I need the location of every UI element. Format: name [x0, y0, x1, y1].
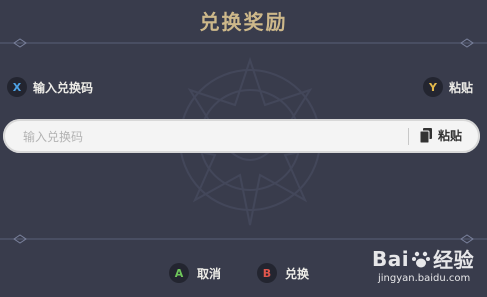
paste-hint-label: 粘贴: [449, 80, 474, 95]
input-separator: [408, 128, 409, 145]
baidu-watermark: Bai 经验 jingyan.baidu.com: [372, 244, 474, 285]
cancel-button[interactable]: A 取消: [169, 263, 221, 283]
paste-button[interactable]: 粘贴: [420, 127, 462, 144]
top-divider: [0, 38, 487, 48]
code-input-box[interactable]: 粘贴: [3, 119, 480, 153]
watermark-brand: Bai 经验: [372, 244, 474, 273]
gamepad-b-icon: B: [257, 263, 277, 283]
baidu-paw-icon: [412, 251, 431, 267]
watermark-brand-right: 经验: [433, 248, 475, 272]
enter-code-hint[interactable]: X 输入兑换码: [7, 77, 93, 97]
gamepad-y-icon: Y: [423, 77, 443, 97]
dialog-title: 兑换奖励: [199, 10, 288, 34]
gamepad-a-icon: A: [169, 263, 189, 283]
redeem-button[interactable]: B 兑换: [257, 263, 309, 283]
paste-hint[interactable]: Y 粘贴: [423, 77, 473, 97]
cancel-button-label: 取消: [197, 266, 222, 281]
watermark-brand-left: Bai: [372, 246, 410, 271]
enter-code-hint-label: 输入兑换码: [33, 80, 94, 95]
gamepad-x-icon: X: [7, 77, 27, 97]
clipboard-icon: [420, 128, 432, 143]
paste-button-label: 粘贴: [438, 129, 463, 143]
redeem-code-input[interactable]: [21, 125, 395, 149]
watermark-url: jingyan.baidu.com: [378, 273, 471, 284]
redeem-button-label: 兑换: [285, 266, 310, 281]
